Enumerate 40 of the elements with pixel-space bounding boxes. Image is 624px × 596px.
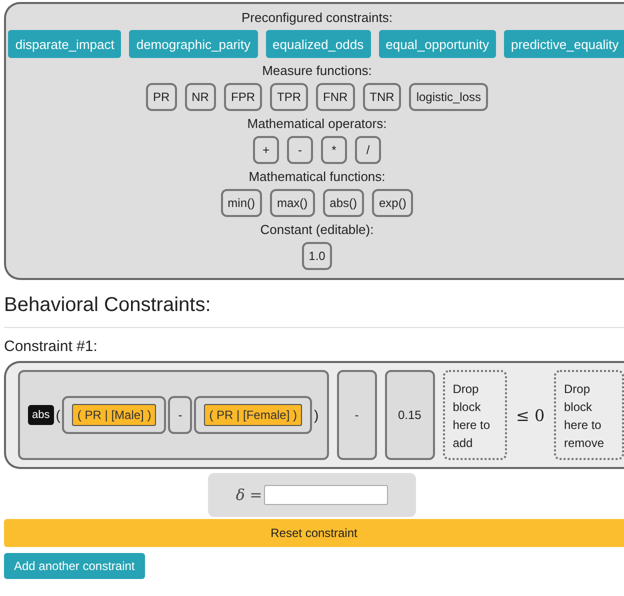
- parenthesis: (: [56, 407, 60, 423]
- section-title: Constant (editable):: [260, 222, 374, 237]
- palette-block[interactable]: TNR: [362, 83, 402, 111]
- section-heading: Behavioral Constraints:: [4, 294, 212, 317]
- section-title: Measure functions:: [262, 63, 372, 78]
- operator-block[interactable]: -: [168, 396, 192, 434]
- drop-zone[interactable]: Drop block here to add: [442, 370, 507, 460]
- palette-block[interactable]: TPR: [270, 83, 308, 111]
- term-block[interactable]: ( PR | [Female] ): [194, 396, 312, 434]
- palette-block[interactable]: FNR: [316, 83, 355, 111]
- palette-block[interactable]: PR: [146, 83, 177, 111]
- palette-block[interactable]: exp(): [372, 189, 414, 217]
- palette-block[interactable]: NR: [184, 83, 216, 111]
- delta-field[interactable]: [264, 485, 388, 505]
- palette-block[interactable]: /: [355, 136, 381, 164]
- drop-zone[interactable]: Drop block here to remove: [554, 370, 624, 460]
- constant-block[interactable]: 0.15: [384, 370, 435, 460]
- section-title: Mathematical functions:: [248, 169, 386, 184]
- section-title: Preconfigured constraints:: [241, 10, 393, 25]
- section-title: Mathematical operators:: [247, 116, 387, 131]
- palette-block[interactable]: *: [321, 136, 347, 164]
- palette-block[interactable]: abs(): [322, 189, 364, 217]
- palette-block[interactable]: 1.0: [302, 242, 332, 270]
- constraint-title: Constraint #1:: [4, 338, 98, 355]
- measure-chip[interactable]: ( PR | [Male] ): [72, 404, 156, 426]
- palette-block[interactable]: max(): [270, 189, 315, 217]
- palette-block[interactable]: min(): [220, 189, 262, 217]
- term-block[interactable]: ( PR | [Male] ): [62, 396, 166, 434]
- palette-block[interactable]: FPR: [224, 83, 262, 111]
- delta-label: δ =: [236, 486, 262, 504]
- reset-button[interactable]: Reset constraint: [4, 519, 624, 547]
- palette-block[interactable]: -: [287, 136, 313, 164]
- operator-block[interactable]: -: [336, 370, 377, 460]
- palette-block[interactable]: +: [253, 136, 279, 164]
- expression-block[interactable]: abs ( ( PR | [Male] ) - ( PR | [Female] ) ): [18, 370, 329, 460]
- palette-block[interactable]: logistic_loss: [409, 83, 488, 111]
- parenthesis: ): [314, 407, 319, 423]
- function-label: abs: [28, 405, 54, 425]
- measure-chip[interactable]: ( PR | [Female] ): [204, 404, 302, 426]
- relation-text: ≤ 0: [515, 406, 546, 424]
